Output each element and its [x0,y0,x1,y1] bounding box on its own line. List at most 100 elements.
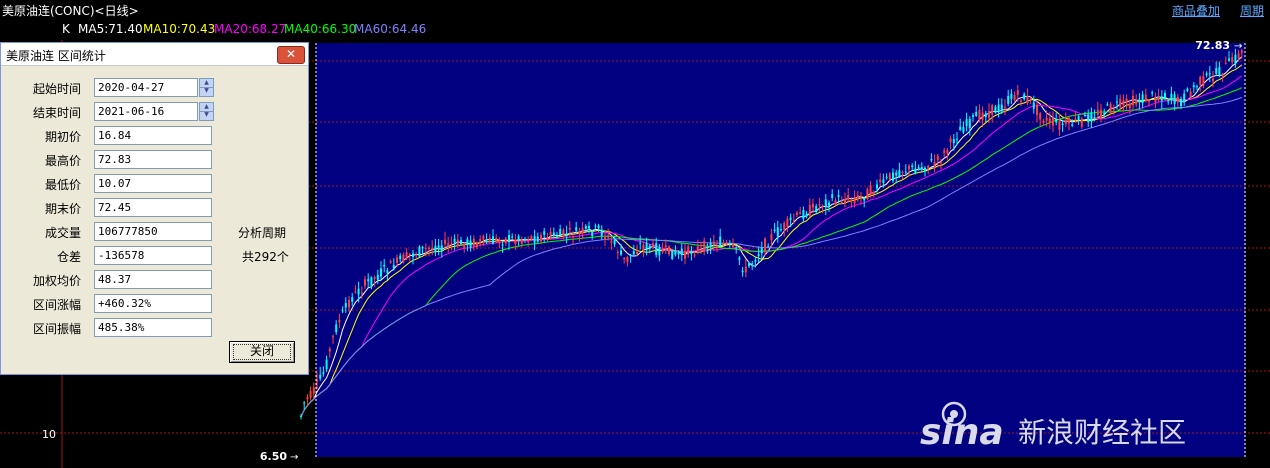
spin-down-icon[interactable]: ▼ [200,111,213,119]
candle-body [335,324,338,333]
candle-body [1192,85,1195,88]
candle-body [818,204,821,206]
low-price-field[interactable]: 10.07 [94,174,212,193]
candle-body [1061,123,1064,126]
candle-body [626,257,629,262]
candle-body [1224,62,1227,64]
candle-body [338,320,341,323]
dialog-title: 美原油连 区间统计 [6,49,106,63]
period-link[interactable]: 周期 [1240,2,1264,19]
candle-body [1196,86,1198,88]
start-time-field[interactable]: 2020-04-27 [94,78,198,97]
candle-body [328,348,331,352]
candle-body [1007,95,1010,104]
candle-body [482,235,485,240]
oi-change-field[interactable]: -136578 [94,246,212,265]
oi-change-label: 仓差 [56,250,81,264]
candle-body [1080,118,1083,127]
spin-down-icon[interactable]: ▼ [200,87,213,95]
candle-body [1199,76,1202,85]
end-time-field[interactable]: 2021-06-16 [94,102,198,121]
weighted-avg-field[interactable]: 48.37 [94,270,212,289]
change-pct-field[interactable]: +460.32% [94,294,212,313]
candle-body [597,225,600,229]
close-x-icon[interactable]: ✕ [277,46,305,64]
candle-body [1026,96,1029,103]
candle-body [1160,96,1163,101]
candle-body [728,243,731,245]
open-price-field[interactable]: 16.84 [94,126,212,145]
candle-body [965,119,968,126]
candle-body [805,213,808,217]
candle-body [876,184,878,189]
candle-body [741,270,744,273]
candle-body [1016,90,1019,95]
candle-body [831,194,834,198]
high-price-field[interactable]: 72.83 [94,150,212,169]
candle-body [914,168,917,174]
candle-body [322,372,325,374]
candle-body [300,415,302,417]
high-price-marker: 72.83 [1195,40,1230,52]
candle-body [565,233,568,237]
candle-body [757,254,760,257]
candle-body [610,240,613,243]
candle-body [357,288,360,295]
end-time-spinner[interactable]: ▲ ▼ [199,102,214,121]
candle-body [383,264,386,267]
candle-body [517,236,520,240]
candle-body [789,217,792,220]
candle-body [700,244,702,247]
candle-body [319,374,322,379]
candle-body [917,167,920,169]
candle-body [354,291,357,293]
amplitude-field[interactable]: 485.38% [94,318,212,337]
commodity-overlay-link[interactable]: 商品叠加 [1172,2,1220,19]
candle-body [492,236,494,244]
low-price-marker: 6.50 [260,450,287,463]
candle-body [888,173,891,180]
candle-body [1186,88,1189,91]
candle-body [392,265,395,269]
candle-body [1221,73,1224,76]
candle-body [815,206,818,212]
candle-body [895,172,898,176]
close-button[interactable]: 关闭 [229,341,295,363]
instrument-title: 美原油连(CONC)<日线> [2,4,139,18]
candle-body [434,246,437,253]
analysis-period-label: 分析周期 [238,226,287,240]
candle-body [748,263,750,267]
start-time-spinner[interactable]: ▲ ▼ [199,78,214,97]
candle-body [501,244,504,246]
candle-body [863,198,866,201]
candle-body [1135,101,1138,105]
candle-body [607,235,610,238]
candle-body [1148,100,1150,102]
candle-body [613,239,616,245]
candle-body [1176,96,1179,103]
candle-body [1023,93,1026,100]
candle-body [847,194,850,200]
candle-body [514,240,517,245]
candle-body [594,225,597,227]
candle-body [616,252,619,254]
candle-body [559,228,562,235]
candle-body [620,250,622,255]
ma60-value: MA60:64.46 [354,22,427,36]
start-time-label: 起始时间 [32,82,81,96]
candle-body [408,254,411,256]
candle-body [421,247,424,249]
close-price-field[interactable]: 72.45 [94,198,212,217]
candle-body [412,253,414,257]
candle-body [360,292,363,294]
candle-body [530,236,533,240]
candle-body [764,238,766,251]
candle-body [623,258,626,260]
candle-body [578,231,581,235]
candle-body [844,199,846,204]
dialog-titlebar[interactable]: 美原油连 区间统计 ✕ [1,43,308,66]
candle-body [924,167,926,172]
candle-body [712,241,715,245]
candle-body [988,110,990,118]
volume-field[interactable]: 106777850 [94,222,212,241]
